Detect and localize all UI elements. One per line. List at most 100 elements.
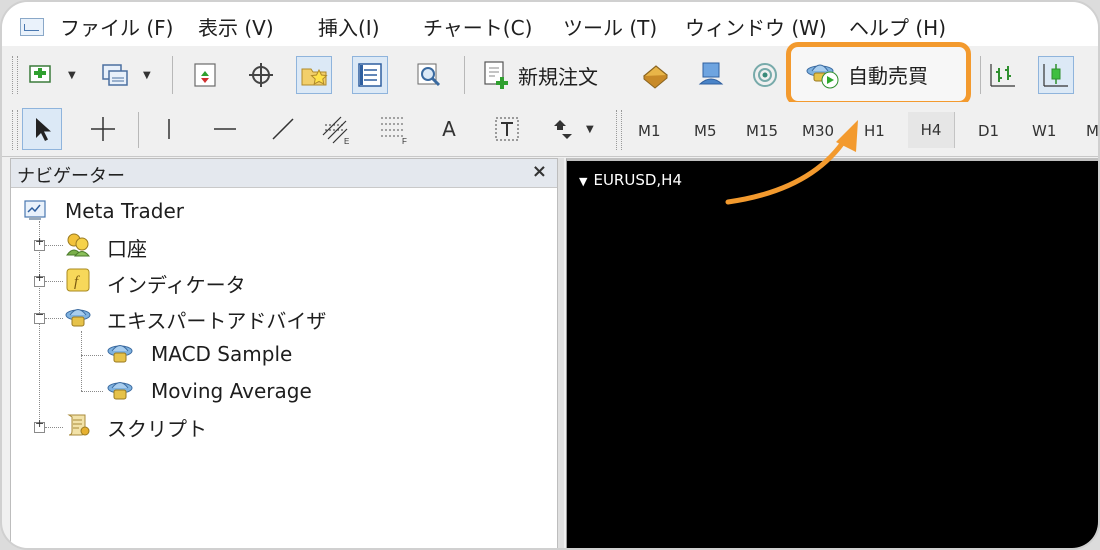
new-order-icon [484,61,508,89]
menu-file[interactable]: ファイル (F) [60,12,173,41]
meta-trader-icon [24,200,46,220]
tree-item-macd-sample[interactable]: MACD Sample [151,342,292,366]
market-button[interactable] [748,58,782,92]
navigator-button[interactable] [296,56,332,94]
book-icon [643,65,668,89]
toolbar-grip[interactable] [12,56,18,94]
bar-chart-icon [990,64,1015,87]
bar-chart-button[interactable] [986,58,1020,92]
signals-icon [698,62,724,85]
menu-view[interactable]: 表示 (V) [198,12,274,41]
accounts-icon [66,233,91,257]
close-icon[interactable]: × [532,161,547,182]
expand-indicators[interactable]: + [34,271,45,287]
crosshair-icon [91,117,115,141]
expert-advisor-icon [65,309,91,327]
strategy-tester-button[interactable] [412,58,446,92]
scripts-icon [67,414,90,436]
timeframe-h4-active[interactable]: H4 [908,112,954,148]
cursor-tool-button[interactable] [22,108,62,150]
new-order-button[interactable]: 新規注文 [480,58,598,92]
timeframe-m1[interactable]: M1 [638,122,661,140]
tree-item-accounts[interactable]: 口座 [107,233,147,262]
radio-signal-icon [753,63,777,87]
menu-chart[interactable]: チャート(C) [423,12,532,41]
folder-star-icon [301,68,328,86]
market-watch-button[interactable] [188,58,222,92]
new-order-label: 新規注文 [518,64,598,89]
vertical-line-button[interactable] [152,112,186,146]
timeframe-d1[interactable]: D1 [978,122,999,140]
tree-item-indicators[interactable]: インディケータ [107,269,246,298]
text-tool-button[interactable]: A [432,112,466,146]
text-label-button[interactable] [490,112,524,146]
toolbar-grip[interactable] [616,110,622,150]
panel-splitter[interactable] [558,158,564,548]
chart-symbol-label: EURUSD,H4 [593,171,682,189]
crosshair-target-icon [249,63,273,87]
metaeditor-button[interactable] [638,58,672,92]
cursor-arrow-icon [36,118,51,141]
tree-root-label[interactable]: Meta Trader [65,199,184,223]
triangle-down-icon: ▼ [579,175,588,188]
magnifier-chart-icon [417,63,441,87]
fibonacci-button[interactable]: F [378,112,412,146]
vertical-line-icon [168,119,170,139]
tree-item-expert-advisors[interactable]: エキスパートアドバイザ [107,305,326,334]
terminal-button[interactable] [352,56,388,94]
chevron-down-icon[interactable]: ▼ [68,70,76,81]
menu-window[interactable]: ウィンドウ (W) [685,12,827,41]
candlestick-icon [1043,64,1068,87]
auto-trading-icon [806,64,839,89]
data-window-button[interactable] [244,58,278,92]
menu-insert[interactable]: 挿入(I) [318,12,380,41]
expert-advisor-icon [107,345,133,363]
candlestick-chart-button[interactable] [1038,56,1074,94]
navigator-title: ナビゲーター [17,166,125,187]
chart-window[interactable]: ▼ EURUSD,H4 [566,158,1098,548]
svg-text:F: F [402,137,407,145]
fibonacci-icon: F [381,117,407,145]
menu-help[interactable]: ヘルプ (H) [849,12,946,41]
chevron-down-icon[interactable]: ▼ [143,70,151,81]
profiles-icon [102,64,128,86]
auto-trading-button[interactable]: 自動売買 [806,57,928,91]
app-window: ファイル (F) 表示 (V) 挿入(I) チャート(C) ツール (T) ウィ… [0,0,1100,550]
arrows-button[interactable] [546,112,580,146]
menu-tools[interactable]: ツール (T) [563,12,657,41]
trendline-icon [272,118,294,140]
crosshair-tool-button[interactable] [86,112,120,146]
terminal-icon [358,63,382,87]
channel-icon: E [322,116,349,145]
profiles-button[interactable] [98,58,132,92]
app-icon[interactable] [20,18,44,36]
annotation-arrow [725,120,858,205]
new-chart-icon [29,65,51,83]
navigator-title-bar: ナビゲーター × [11,159,557,188]
expert-advisor-icon [107,382,133,400]
toolbar-grip[interactable] [12,110,18,150]
chart-title: ▼ EURUSD,H4 [579,171,682,189]
navigator-panel: ナビゲーター × Meta Trader + 口座 + f インディケータ − … [10,158,558,548]
expand-accounts[interactable]: + [34,235,45,251]
svg-text:E: E [344,137,349,145]
menu-bar: ファイル (F) 表示 (V) 挿入(I) チャート(C) ツール (T) ウィ… [2,2,1098,46]
horizontal-line-button[interactable] [208,112,242,146]
trendline-button[interactable] [266,112,300,146]
text-label-icon [495,117,519,141]
timeframe-w1[interactable]: W1 [1032,122,1056,140]
expand-scripts[interactable]: + [34,417,45,433]
indicators-icon: f [66,268,90,292]
equidistant-channel-button[interactable]: E [320,112,354,146]
signals-button[interactable] [694,58,728,92]
collapse-expert-advisors[interactable]: − [34,308,45,324]
auto-trading-label: 自動売買 [848,63,928,88]
timeframe-mn[interactable]: MN [1086,122,1098,140]
chevron-down-icon[interactable]: ▼ [586,124,594,135]
tree-item-moving-average[interactable]: Moving Average [151,379,312,403]
market-watch-icon [194,63,216,87]
arrows-icon [554,120,572,139]
tree-item-scripts[interactable]: スクリプト [107,413,207,442]
horizontal-line-icon [214,128,236,130]
new-chart-button[interactable] [24,58,58,92]
